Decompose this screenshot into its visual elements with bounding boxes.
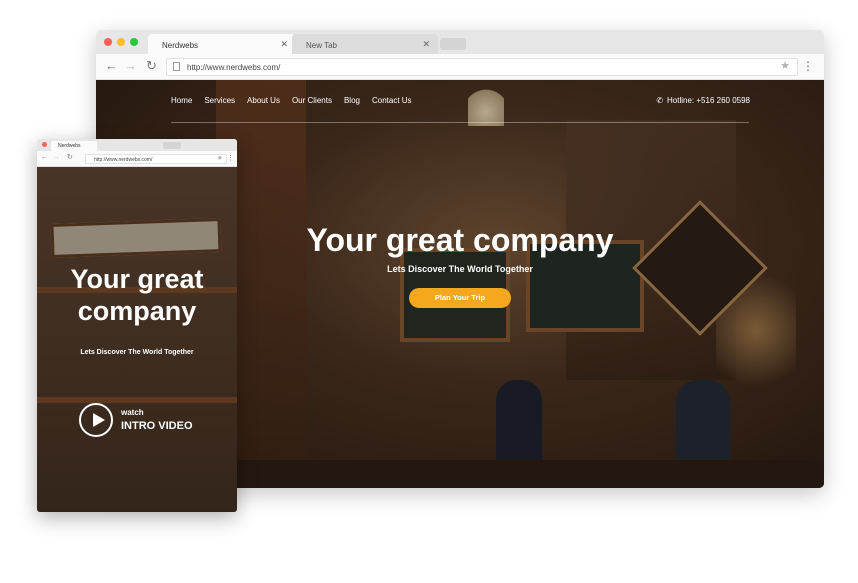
new-tab-button[interactable]: [440, 38, 466, 50]
menu-kebab-icon[interactable]: ⋮: [802, 60, 814, 72]
close-window-button[interactable]: [104, 38, 112, 46]
mobile-hero-section: [37, 167, 237, 512]
mockup-stage: Nerdwebs ✕ New Tab ✕ ← → ↻ http://www.ne…: [0, 0, 858, 583]
tab-label: Nerdwebs: [162, 41, 199, 50]
window-controls: [104, 38, 138, 46]
reload-icon[interactable]: ↻: [67, 154, 73, 162]
mobile-tab-nerdwebs[interactable]: Nerdwebs: [51, 141, 97, 151]
play-video-button[interactable]: [79, 403, 113, 437]
nav-services[interactable]: Services: [204, 96, 235, 105]
mobile-tab-label: Nerdwebs: [58, 143, 81, 149]
plan-your-trip-button[interactable]: Plan Your Trip: [409, 288, 511, 308]
nav-contact-us[interactable]: Contact Us: [372, 96, 412, 105]
nav-blog[interactable]: Blog: [344, 96, 360, 105]
close-window-button[interactable]: [42, 142, 47, 147]
desktop-tab-bar: Nerdwebs ✕ New Tab ✕: [96, 30, 824, 54]
forward-arrow-icon[interactable]: →: [124, 59, 137, 73]
nav-about-us[interactable]: About Us: [247, 96, 280, 105]
site-nav: Home Services About Us Our Clients Blog …: [171, 96, 424, 105]
close-tab-icon[interactable]: ✕: [280, 39, 288, 50]
bookmark-star-icon[interactable]: ★: [780, 59, 790, 72]
mobile-hero-subtitle: Lets Discover The World Together: [80, 349, 194, 356]
phone-icon: ✆: [656, 96, 664, 105]
back-arrow-icon[interactable]: ←: [105, 59, 118, 73]
hero-overlay: [37, 167, 237, 512]
hotline-text: Hotline: +516 260 0598: [667, 96, 750, 105]
reload-icon[interactable]: ↻: [146, 59, 157, 73]
minimize-window-button[interactable]: [117, 38, 125, 46]
mobile-tab-bar: Nerdwebs: [37, 139, 237, 151]
mobile-url-text: http://www.nerdwebs.com/: [94, 157, 153, 163]
new-tab-button[interactable]: [163, 142, 181, 149]
mobile-browser-window: Nerdwebs ← → ↻ http://www.nerdwebs.com/ …: [37, 139, 237, 512]
nav-divider: [171, 122, 749, 123]
hotline[interactable]: ✆ Hotline: +516 260 0598: [656, 96, 750, 105]
nav-our-clients[interactable]: Our Clients: [292, 96, 332, 105]
mobile-address-bar: ← → ↻ http://www.nerdwebs.com/ ★ ⋮: [37, 151, 237, 167]
mobile-url-input[interactable]: http://www.nerdwebs.com/: [85, 154, 227, 164]
intro-video-label[interactable]: INTRO VIDEO: [121, 420, 193, 432]
nav-home[interactable]: Home: [171, 96, 192, 105]
tab-label: New Tab: [306, 41, 337, 50]
play-icon: [93, 413, 105, 427]
menu-kebab-icon[interactable]: ⋮: [227, 154, 234, 162]
url-input[interactable]: http://www.nerdwebs.com/: [166, 58, 798, 76]
url-text: http://www.nerdwebs.com/: [187, 63, 281, 72]
forward-arrow-icon[interactable]: →: [53, 154, 60, 162]
close-tab-icon[interactable]: ✕: [422, 39, 430, 50]
mobile-hero-title: Your great company: [70, 264, 204, 326]
back-arrow-icon[interactable]: ←: [41, 154, 48, 162]
desktop-address-bar: ← → ↻ http://www.nerdwebs.com/ ★ ⋮: [96, 54, 824, 80]
bookmark-star-icon[interactable]: ★: [217, 154, 223, 162]
watch-label[interactable]: watch: [121, 408, 144, 417]
maximize-window-button[interactable]: [130, 38, 138, 46]
page-icon: [173, 62, 180, 71]
tab-new-tab[interactable]: New Tab ✕: [292, 34, 438, 54]
tab-nerdwebs[interactable]: Nerdwebs ✕: [148, 34, 296, 54]
